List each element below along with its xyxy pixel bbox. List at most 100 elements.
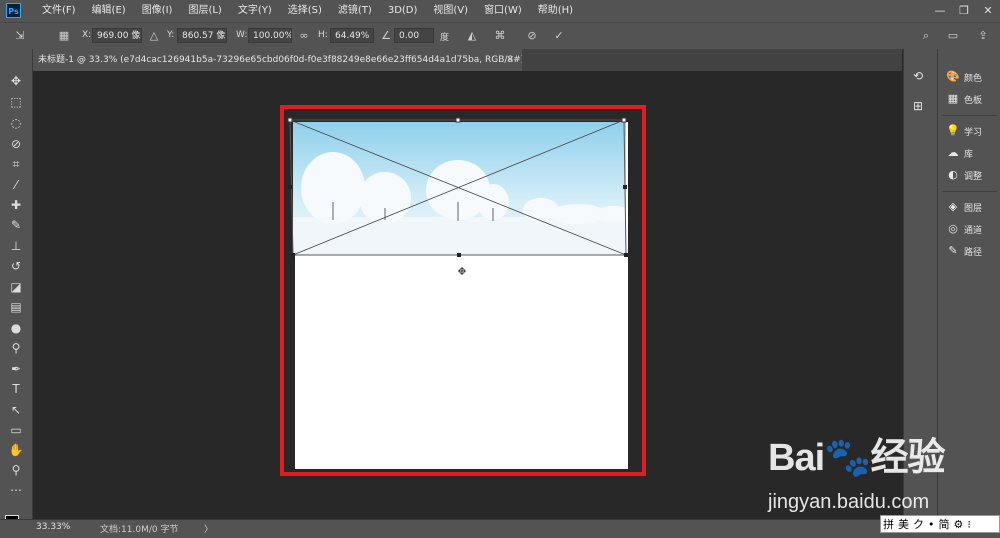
divider xyxy=(942,191,997,192)
rectangle-tool-icon[interactable]: ▭ xyxy=(8,422,24,438)
cancel-transform-icon[interactable]: ⊘ xyxy=(524,28,540,44)
baidu-jingyan-watermark: Bai🐾经验 jingyan.baidu.com xyxy=(768,428,968,523)
window-controls: — ❐ ✕ xyxy=(928,0,1000,22)
minimize-button[interactable]: — xyxy=(928,0,952,22)
options-bar: ⇲ ▦ X: 969.00 像素 △ Y: 860.57 像素 W: 100.0… xyxy=(0,22,1000,50)
brush-tool-icon[interactable]: ✎ xyxy=(8,217,24,233)
layers-icon: ◈ xyxy=(948,200,958,213)
menu-items: 文件(F) 编辑(E) 图像(I) 图层(L) 文字(Y) 选择(S) 滤镜(T… xyxy=(34,0,581,22)
adjustments-icon: ◐ xyxy=(948,168,958,181)
watermark-url: jingyan.baidu.com xyxy=(768,491,930,513)
panel-channels[interactable]: ◎ 通道 xyxy=(946,220,982,238)
angle-field[interactable]: 0.00 xyxy=(394,28,434,43)
panel-label: 学习 xyxy=(964,127,983,138)
annotation-highlight-box xyxy=(280,105,646,476)
swatches-icon: ▦ xyxy=(947,92,959,105)
status-menu-arrow-icon[interactable]: 〉 xyxy=(204,522,213,535)
panel-learn[interactable]: 💡 学习 xyxy=(946,122,982,140)
menu-file[interactable]: 文件(F) xyxy=(34,0,84,22)
panel-label: 库 xyxy=(964,149,974,160)
menu-help[interactable]: 帮助(H) xyxy=(530,0,581,22)
history-brush-tool-icon[interactable]: ↺ xyxy=(8,258,24,274)
warp-icon[interactable]: ⌘ xyxy=(492,28,508,44)
close-tab-icon[interactable]: × xyxy=(506,49,514,71)
panel-label: 通道 xyxy=(964,225,983,236)
blur-tool-icon[interactable]: ● xyxy=(8,320,24,336)
palette-icon: 🎨 xyxy=(946,70,960,83)
width-field[interactable]: 100.00% xyxy=(248,28,292,43)
quick-select-tool-icon[interactable]: ⊘ xyxy=(8,136,24,152)
lightbulb-icon: 💡 xyxy=(946,124,960,137)
lasso-tool-icon[interactable]: ◌ xyxy=(8,115,24,131)
pen-tool-icon[interactable]: ✒ xyxy=(8,361,24,377)
panel-label: 颜色 xyxy=(964,73,983,84)
more-tools-icon[interactable]: ⋯ xyxy=(8,482,24,498)
libraries-icon: ☁ xyxy=(947,146,959,159)
x-label: X: xyxy=(82,30,92,40)
panel-label: 路径 xyxy=(964,247,983,258)
panel-label: 调整 xyxy=(964,171,983,182)
menu-layer[interactable]: 图层(L) xyxy=(180,0,229,22)
eraser-tool-icon[interactable]: ◪ xyxy=(8,279,24,295)
move-tool-icon[interactable]: ✥ xyxy=(8,73,24,89)
menu-3d[interactable]: 3D(D) xyxy=(380,0,426,22)
zoom-level[interactable]: 33.33% xyxy=(36,522,70,532)
menu-type[interactable]: 文字(Y) xyxy=(230,0,280,22)
crop-tool-icon[interactable]: ⌗ xyxy=(8,156,24,172)
document-tab-bar: 未标题-1 @ 33.3% (e7d4cac126941b5a-73296e65… xyxy=(32,49,902,71)
link-icon[interactable]: ∞ xyxy=(296,28,312,44)
menu-filter[interactable]: 滤镜(T) xyxy=(330,0,380,22)
menu-window[interactable]: 窗口(W) xyxy=(476,0,530,22)
y-field[interactable]: 860.57 像素 xyxy=(177,28,227,43)
panel-label: 图层 xyxy=(964,203,983,214)
share-icon[interactable]: ⇪ xyxy=(975,28,991,44)
h-label: H: xyxy=(318,30,328,40)
menu-edit[interactable]: 编辑(E) xyxy=(84,0,134,22)
x-field[interactable]: 969.00 像素 xyxy=(92,28,142,43)
menu-bar: Ps 文件(F) 编辑(E) 图像(I) 图层(L) 文字(Y) 选择(S) 滤… xyxy=(0,0,1000,22)
skew-icon[interactable]: ◭ xyxy=(464,28,480,44)
channels-icon: ◎ xyxy=(948,222,958,235)
commit-transform-icon[interactable]: ✓ xyxy=(551,28,567,44)
panel-swatches[interactable]: ▦ 色板 xyxy=(946,90,982,108)
w-label: W: xyxy=(236,30,248,40)
document-info: 文档:11.0M/0 字节 xyxy=(100,525,179,535)
menu-image[interactable]: 图像(I) xyxy=(134,0,181,22)
marquee-tool-icon[interactable]: ⬚ xyxy=(8,94,24,110)
panel-adjustments[interactable]: ◐ 调整 xyxy=(946,166,982,184)
clone-stamp-tool-icon[interactable]: ⊥ xyxy=(8,238,24,254)
height-field[interactable]: 64.49% xyxy=(330,28,374,43)
panel-label: 色板 xyxy=(964,95,983,106)
watermark-logo: Bai🐾经验 xyxy=(768,437,945,479)
tools-panel: ✥ ⬚ ◌ ⊘ ⌗ ⁄ ✚ ✎ ⊥ ↺ ◪ ▤ ● ⚲ ✒ T ↖ ▭ ✋ ⚲ … xyxy=(0,49,33,536)
dodge-tool-icon[interactable]: ⚲ xyxy=(8,340,24,356)
menu-view[interactable]: 视图(V) xyxy=(425,0,476,22)
path-selection-tool-icon[interactable]: ↖ xyxy=(8,402,24,418)
transform-tool-icon: ⇲ xyxy=(15,29,25,42)
search-icon[interactable]: ⌕ xyxy=(918,28,934,44)
y-label: Y: xyxy=(167,30,175,40)
panel-libraries[interactable]: ☁ 库 xyxy=(946,144,974,162)
healing-brush-tool-icon[interactable]: ✚ xyxy=(8,197,24,213)
paths-icon: ✎ xyxy=(948,244,958,257)
history-icon[interactable]: ⟲ xyxy=(913,69,923,83)
angle-icon: ∠ xyxy=(381,29,391,42)
reference-point-icon[interactable]: ▦ xyxy=(56,28,72,44)
workspace-icon[interactable]: ▭ xyxy=(945,28,961,44)
properties-icon[interactable]: ⊞ xyxy=(913,99,923,113)
hand-tool-icon[interactable]: ✋ xyxy=(8,442,24,458)
delta-icon[interactable]: △ xyxy=(146,28,162,44)
zoom-tool-icon[interactable]: ⚲ xyxy=(8,462,24,478)
angle-unit: 度 xyxy=(440,33,450,43)
type-tool-icon[interactable]: T xyxy=(8,381,24,397)
photoshop-logo: Ps xyxy=(6,3,21,18)
document-tab[interactable]: 未标题-1 @ 33.3% (e7d4cac126941b5a-73296e65… xyxy=(32,49,522,71)
restore-button[interactable]: ❐ xyxy=(952,0,976,22)
close-button[interactable]: ✕ xyxy=(976,0,1000,22)
panel-layers[interactable]: ◈ 图层 xyxy=(946,198,982,216)
panel-paths[interactable]: ✎ 路径 xyxy=(946,242,982,260)
eyedropper-tool-icon[interactable]: ⁄ xyxy=(8,177,24,193)
menu-select[interactable]: 选择(S) xyxy=(280,0,330,22)
gradient-tool-icon[interactable]: ▤ xyxy=(8,299,24,315)
panel-color[interactable]: 🎨 颜色 xyxy=(946,68,982,86)
